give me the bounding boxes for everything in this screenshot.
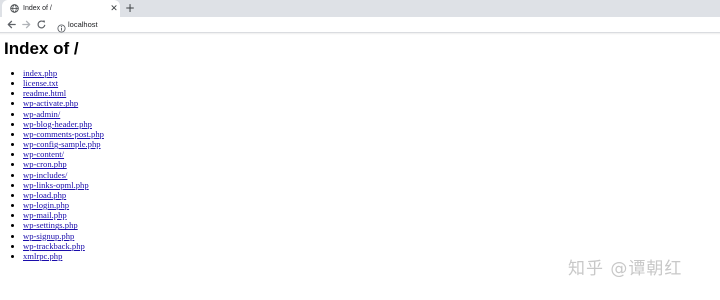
file-link[interactable]: wp-blog-header.php	[23, 119, 92, 129]
file-link[interactable]: wp-config-sample.php	[23, 139, 101, 149]
list-item: readme.html	[23, 88, 104, 98]
reload-button[interactable]	[36, 19, 47, 30]
file-link[interactable]: wp-cron.php	[23, 159, 67, 169]
file-link[interactable]: wp-links-opml.php	[23, 180, 89, 190]
file-link[interactable]: readme.html	[23, 88, 66, 98]
tab-strip: Index of / ✕ +	[0, 0, 720, 17]
arrow-right-icon	[22, 20, 31, 29]
list-item: license.txt	[23, 78, 104, 88]
list-item: wp-trackback.php	[23, 241, 104, 251]
list-item: wp-content/	[23, 149, 104, 159]
file-link[interactable]: wp-includes/	[23, 170, 67, 180]
list-item: wp-comments-post.php	[23, 129, 104, 139]
globe-icon	[10, 4, 19, 13]
forward-button[interactable]	[21, 19, 32, 30]
list-item: wp-blog-header.php	[23, 119, 104, 129]
arrow-left-icon	[7, 20, 16, 29]
toolbar-divider	[0, 33, 720, 35]
file-link[interactable]: wp-admin/	[23, 109, 60, 119]
list-item: wp-settings.php	[23, 220, 104, 230]
file-link[interactable]: wp-load.php	[23, 190, 66, 200]
reload-icon	[37, 20, 46, 29]
tab-title: Index of /	[23, 5, 52, 12]
list-item: wp-links-opml.php	[23, 180, 104, 190]
new-tab-button[interactable]: +	[123, 1, 137, 15]
info-icon[interactable]	[57, 20, 66, 33]
file-link[interactable]: wp-login.php	[23, 200, 69, 210]
file-link[interactable]: wp-signup.php	[23, 231, 74, 241]
list-item: wp-load.php	[23, 190, 104, 200]
watermark: 知乎 @谭朝红	[568, 259, 683, 279]
address-bar[interactable]: localhost	[53, 18, 713, 33]
browser-toolbar: localhost	[0, 17, 720, 33]
close-icon[interactable]: ✕	[109, 3, 119, 13]
list-item: wp-activate.php	[23, 98, 104, 108]
file-link[interactable]: license.txt	[23, 78, 58, 88]
back-button[interactable]	[6, 19, 17, 30]
url-text[interactable]: localhost	[68, 19, 98, 30]
file-link[interactable]: wp-content/	[23, 149, 64, 159]
list-item: wp-admin/	[23, 109, 104, 119]
list-item: wp-signup.php	[23, 231, 104, 241]
file-list: index.php license.txt readme.html wp-act…	[0, 68, 104, 261]
list-item: wp-login.php	[23, 200, 104, 210]
list-item: wp-mail.php	[23, 210, 104, 220]
file-link[interactable]: wp-trackback.php	[23, 241, 85, 251]
file-link[interactable]: index.php	[23, 68, 57, 78]
page-title: Index of /	[4, 39, 79, 58]
list-item: wp-cron.php	[23, 159, 104, 169]
file-link[interactable]: xmlrpc.php	[23, 251, 62, 261]
list-item: wp-includes/	[23, 170, 104, 180]
list-item: wp-config-sample.php	[23, 139, 104, 149]
file-link[interactable]: wp-settings.php	[23, 220, 78, 230]
file-link[interactable]: wp-comments-post.php	[23, 129, 104, 139]
file-link[interactable]: wp-mail.php	[23, 210, 67, 220]
file-link[interactable]: wp-activate.php	[23, 98, 78, 108]
tab-index[interactable]: Index of / ✕	[2, 0, 120, 17]
list-item: index.php	[23, 68, 104, 78]
list-item: xmlrpc.php	[23, 251, 104, 261]
